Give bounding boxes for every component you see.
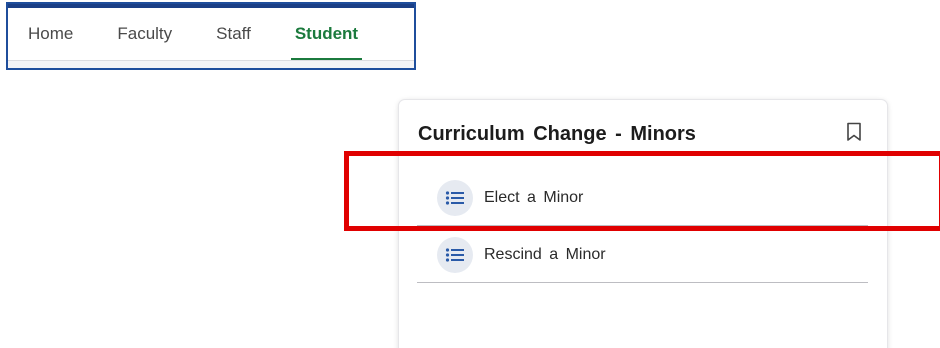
- bookmark-icon[interactable]: [846, 122, 862, 142]
- tab-staff[interactable]: Staff: [216, 8, 251, 60]
- list-icon: [437, 179, 473, 216]
- top-navigation: Home Faculty Staff Student: [6, 2, 416, 70]
- list-item-elect-minor[interactable]: Elect a Minor: [417, 170, 868, 226]
- tab-faculty[interactable]: Faculty: [117, 8, 172, 60]
- nav-content-strip: [8, 60, 414, 68]
- card-title: Curriculum Change - Minors: [418, 123, 696, 145]
- screenshot-stage: Home Faculty Staff Student Curriculum Ch…: [0, 0, 940, 348]
- list-icon: [437, 236, 473, 273]
- tab-home[interactable]: Home: [28, 8, 73, 60]
- list-item-label: Elect a Minor: [484, 188, 584, 206]
- list-item-label: Rescind a Minor: [484, 245, 606, 263]
- nav-tab-bar: Home Faculty Staff Student: [8, 8, 414, 60]
- tab-student[interactable]: Student: [290, 8, 363, 60]
- curriculum-change-card: Curriculum Change - Minors Elect a Minor: [399, 100, 887, 348]
- list-item-rescind-minor[interactable]: Rescind a Minor: [417, 227, 868, 283]
